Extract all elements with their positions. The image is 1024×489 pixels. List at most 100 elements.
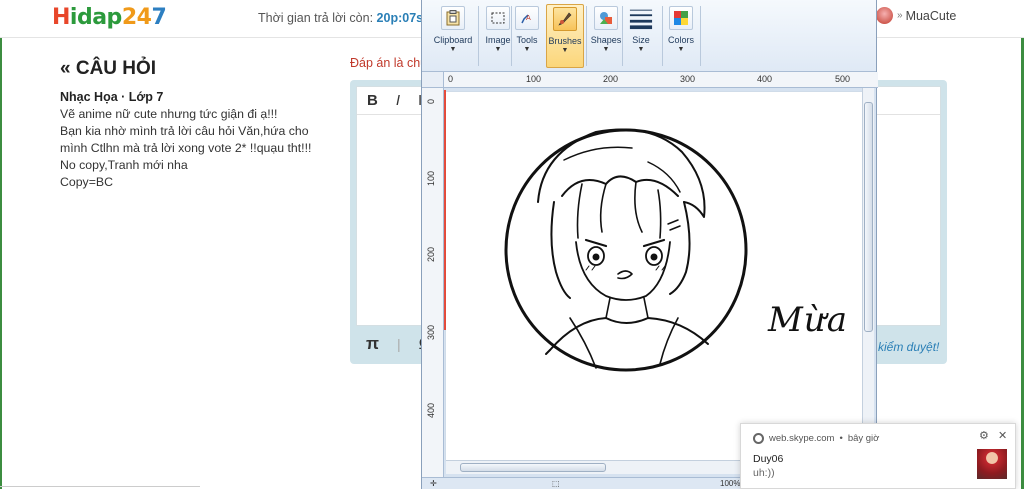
bold-button[interactable]: B <box>367 92 378 109</box>
timer-value: 20p:07s <box>376 11 424 25</box>
dropdown-arrow-icon: ▼ <box>637 46 645 53</box>
drawing-beret-fold <box>647 161 681 193</box>
notification-time: bây giờ <box>847 433 880 444</box>
pencil-icon: A <box>515 6 539 30</box>
chevron-down-icon[interactable]: » <box>897 10 903 21</box>
drawing-hair-top <box>561 175 679 197</box>
ribbon-brushes-button[interactable]: Brushes ▼ <box>546 4 584 68</box>
ribbon-shapes-button[interactable]: Shapes ▼ <box>588 4 624 68</box>
bullet-separator: • <box>839 433 843 444</box>
ribbon-label: Image <box>485 35 511 45</box>
avatar[interactable] <box>876 7 893 24</box>
question-line: Copy=BC <box>60 175 113 189</box>
notification-sender: Duy06 <box>753 453 784 465</box>
drawing-pupil-left <box>592 253 600 261</box>
drawing-hair-clip <box>667 219 681 231</box>
question-meta: Nhạc Họa · Lớp 7 <box>60 90 164 104</box>
logo-part-3: 24 <box>121 4 152 30</box>
back-icon[interactable]: « <box>60 58 71 79</box>
dropdown-arrow-icon: ▼ <box>523 46 531 53</box>
ruler-tick-label: 0 <box>448 74 454 84</box>
ruler-tick-label: 400 <box>757 74 773 84</box>
ribbon-divider <box>511 6 512 66</box>
dropdown-arrow-icon: ▼ <box>602 46 610 53</box>
ribbon-divider <box>662 6 663 66</box>
question-line: No copy,Tranh mới nha <box>60 158 188 172</box>
drawing-bangs <box>634 181 643 233</box>
answer-hint: Đáp án là chu <box>350 56 428 70</box>
ribbon-colors-button[interactable]: Colors ▼ <box>664 4 698 68</box>
question-line: Bạn kia nhờ mình trả lời câu hỏi Văn,hứa… <box>60 124 312 155</box>
brush-icon <box>553 7 577 31</box>
paint-window: Clipboard ▼ Image ▼ A Tools ▼ Brushes ▼ <box>421 0 878 489</box>
drawing-brow-right <box>642 238 666 248</box>
question-line: Vẽ anime nữ cute nhưng tức giận đi ạ!!! <box>60 107 278 121</box>
paint-ribbon: Clipboard ▼ Image ▼ A Tools ▼ Brushes ▼ <box>422 0 876 72</box>
toolbar-separator: | <box>397 336 401 352</box>
gear-icon[interactable]: ⚙ <box>979 429 989 442</box>
page-bottom-divider <box>0 486 200 487</box>
ribbon-size-button[interactable]: Size ▼ <box>624 4 658 68</box>
ribbon-label: Size <box>632 35 650 45</box>
drawing-hair-left <box>550 201 571 299</box>
drawing-hair-right <box>669 201 691 295</box>
ruler-tick-label: 300 <box>426 324 436 340</box>
ribbon-clipboard-button[interactable]: Clipboard ▼ <box>430 4 476 68</box>
drawing-neck <box>605 297 649 319</box>
selection-icon: ⬚ <box>552 479 560 488</box>
drawing-mouth <box>617 270 633 280</box>
ribbon-label: Shapes <box>590 35 622 45</box>
line-size-icon <box>629 6 653 30</box>
move-icon: ✛ <box>430 479 437 488</box>
vertical-scrollbar[interactable] <box>862 88 874 460</box>
drawing-beret-fold <box>563 146 633 161</box>
ruler-top: 0 100 200 300 400 500 <box>444 72 878 88</box>
italic-button[interactable]: I <box>396 92 400 109</box>
sender-avatar <box>977 449 1007 479</box>
logo-part-2: idap <box>69 4 122 30</box>
ribbon-label: Clipboard <box>433 35 473 45</box>
close-icon[interactable]: ✕ <box>998 429 1007 442</box>
logo-part-4: 7 <box>151 4 167 30</box>
drawing-bangs <box>599 183 607 233</box>
drawing-bangs <box>576 183 583 239</box>
drawing-blush <box>585 265 666 271</box>
dropdown-arrow-icon: ▼ <box>677 46 685 53</box>
logo-part-1: H <box>52 4 70 30</box>
dropdown-arrow-icon: ▼ <box>561 47 569 54</box>
shapes-icon <box>594 6 618 30</box>
vertical-scrollbar-thumb[interactable] <box>864 102 873 332</box>
drawing-brow-left <box>584 238 608 248</box>
question-body: Vẽ anime nữ cute nhưng tức giận đi ạ!!! … <box>60 106 315 191</box>
ruler-tick-label: 0 <box>426 98 436 104</box>
dropdown-arrow-icon: ▼ <box>494 46 502 53</box>
horizontal-scrollbar-thumb[interactable] <box>460 463 606 472</box>
ruler-tick-label: 500 <box>835 74 851 84</box>
skype-notification[interactable]: web.skype.com • bây giờ ⚙ ✕ Duy06 uh:)) <box>740 423 1016 489</box>
palette-icon <box>669 6 693 30</box>
svg-text:A: A <box>526 14 531 22</box>
drawing-signature: Mừa <box>768 300 848 340</box>
drawing-pupil-right <box>650 253 658 261</box>
username[interactable]: MuaCute <box>906 9 957 23</box>
pi-button[interactable]: π <box>366 334 379 354</box>
ruler-tick-label: 300 <box>680 74 696 84</box>
drawing-bangs <box>657 189 662 239</box>
page-title-text: CÂU HỎI <box>75 58 157 79</box>
anime-girl-drawing <box>504 128 748 372</box>
ribbon-label: Colors <box>667 35 694 45</box>
answer-timer: Thời gian trả lời còn: 20p:07s <box>258 11 423 25</box>
notification-source-domain: web.skype.com <box>769 433 835 444</box>
drawing-canvas[interactable]: Mừa <box>446 92 864 460</box>
window-edge-left <box>0 0 2 489</box>
dropdown-arrow-icon: ▼ <box>449 46 457 53</box>
chrome-icon <box>753 433 764 444</box>
ribbon-label: Brushes <box>548 36 582 46</box>
ribbon-tools-button[interactable]: A Tools ▼ <box>513 4 541 68</box>
user-menu[interactable]: » MuaCute <box>876 7 956 24</box>
site-logo[interactable]: H idap 24 7 <box>52 2 167 32</box>
drawing-frame-circle <box>504 128 748 372</box>
review-note: kiểm duyệt! <box>878 340 940 354</box>
select-icon <box>486 6 510 30</box>
ruler-tick-label: 200 <box>603 74 619 84</box>
